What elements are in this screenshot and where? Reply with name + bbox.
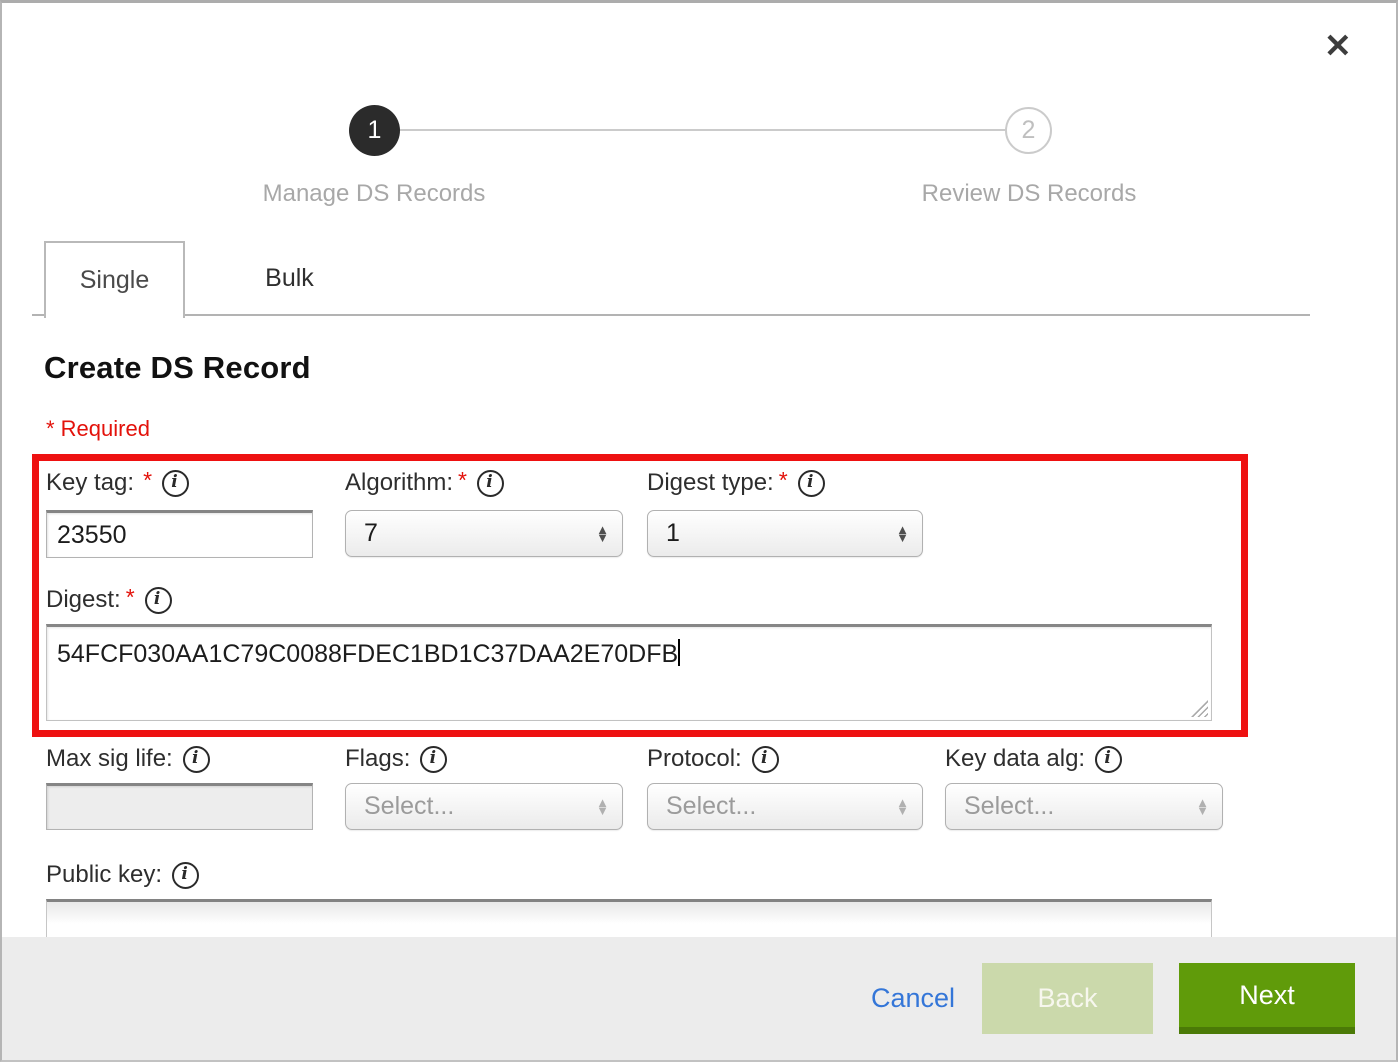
back-button[interactable]: Back	[982, 963, 1153, 1034]
tab-bar: Single Bulk	[32, 241, 1310, 316]
key-data-alg-select-value: Select...	[946, 792, 1054, 821]
digest-type-select-value: 1	[648, 519, 680, 548]
select-stepper-arrows-icon: ▲ ▼	[596, 798, 609, 814]
required-asterisk: *	[143, 467, 152, 494]
algorithm-label: Algorithm: * i	[345, 469, 504, 497]
info-icon[interactable]: i	[183, 746, 210, 773]
info-icon[interactable]: i	[798, 470, 825, 497]
stepper-step-1-circle: 1	[349, 105, 400, 156]
info-icon[interactable]: i	[172, 862, 199, 889]
public-key-label: Public key: i	[46, 861, 199, 889]
cancel-button[interactable]: Cancel	[871, 983, 955, 1014]
stepper-step-2-circle: 2	[1005, 107, 1052, 154]
tab-single-label: Single	[80, 266, 150, 295]
key-data-alg-label: Key data alg: i	[945, 745, 1122, 773]
info-icon[interactable]: i	[1095, 746, 1122, 773]
next-button[interactable]: Next	[1179, 963, 1355, 1034]
page-title: Create DS Record	[44, 350, 311, 386]
modal-footer: Cancel Back Next	[2, 937, 1396, 1060]
flags-label: Flags: i	[345, 745, 447, 773]
digest-textarea-value: 54FCF030AA1C79C0088FDEC1BD1C37DAA2E70DFB	[57, 640, 678, 668]
algorithm-select[interactable]: 7 ▲ ▼	[345, 510, 623, 557]
flags-select-value: Select...	[346, 792, 454, 821]
select-stepper-arrows-icon: ▲ ▼	[896, 525, 909, 541]
digest-label: Digest: * i	[46, 586, 172, 614]
protocol-label: Protocol: i	[647, 745, 779, 773]
digest-type-label: Digest type: * i	[647, 469, 825, 497]
digest-type-select[interactable]: 1 ▲ ▼	[647, 510, 923, 557]
required-asterisk: *	[458, 467, 467, 494]
info-icon[interactable]: i	[145, 587, 172, 614]
stepper-step-2-number: 2	[1022, 116, 1036, 145]
stepper-step-1-number: 1	[368, 116, 382, 145]
stepper-step-1-label: Manage DS Records	[263, 180, 486, 208]
tab-bulk-label: Bulk	[265, 264, 314, 293]
digest-textarea[interactable]: 54FCF030AA1C79C0088FDEC1BD1C37DAA2E70DFB	[46, 624, 1212, 721]
info-icon[interactable]: i	[420, 746, 447, 773]
text-cursor	[678, 639, 680, 666]
select-stepper-arrows-icon: ▲ ▼	[1196, 798, 1209, 814]
max-sig-life-input[interactable]	[46, 783, 313, 830]
flags-select[interactable]: Select... ▲ ▼	[345, 783, 623, 830]
close-icon[interactable]: ✕	[1324, 29, 1352, 62]
algorithm-select-value: 7	[346, 519, 378, 548]
required-asterisk: *	[779, 467, 788, 494]
required-note: * Required	[46, 416, 150, 442]
key-tag-label: Key tag: * i	[46, 469, 189, 497]
public-key-textarea[interactable]	[46, 899, 1212, 942]
key-tag-input[interactable]	[46, 510, 313, 558]
info-icon[interactable]: i	[752, 746, 779, 773]
info-icon[interactable]: i	[162, 470, 189, 497]
tab-single[interactable]: Single	[44, 241, 185, 318]
info-icon[interactable]: i	[477, 470, 504, 497]
protocol-select[interactable]: Select... ▲ ▼	[647, 783, 923, 830]
select-stepper-arrows-icon: ▲ ▼	[896, 798, 909, 814]
stepper-connector-line	[375, 129, 1029, 131]
tab-bulk[interactable]: Bulk	[227, 241, 352, 316]
create-ds-record-modal: ✕ 1 2 Manage DS Records Review DS Record…	[0, 0, 1398, 1062]
resize-handle-icon[interactable]	[1191, 700, 1208, 717]
max-sig-life-label: Max sig life: i	[46, 745, 210, 773]
select-stepper-arrows-icon: ▲ ▼	[596, 525, 609, 541]
protocol-select-value: Select...	[648, 792, 756, 821]
key-data-alg-select[interactable]: Select... ▲ ▼	[945, 783, 1223, 830]
stepper-step-2-label: Review DS Records	[922, 180, 1137, 208]
required-asterisk: *	[126, 584, 135, 611]
